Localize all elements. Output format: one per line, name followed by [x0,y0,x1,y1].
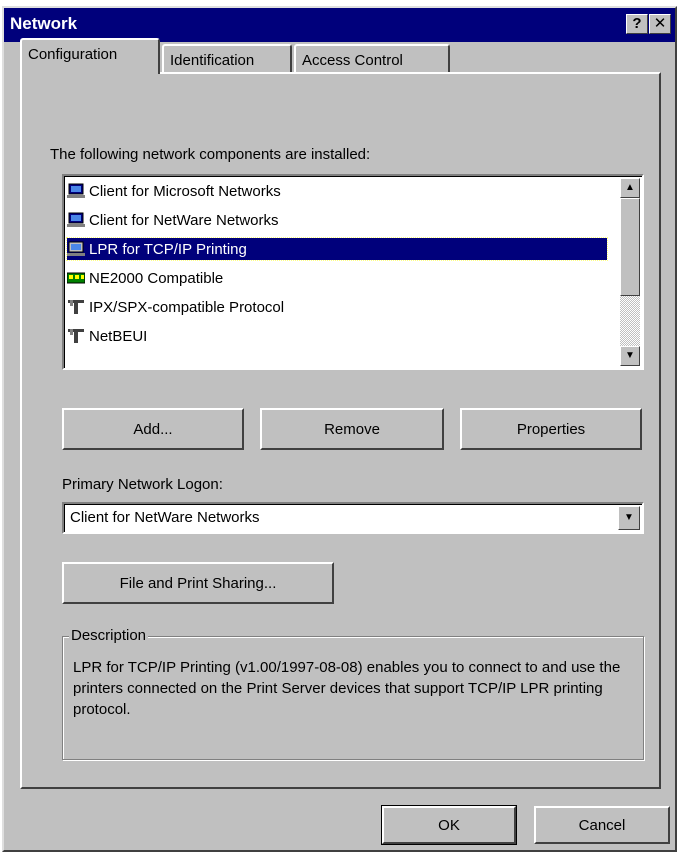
list-item-label: IPX/SPX-compatible Protocol [89,298,285,316]
add-button[interactable]: Add... [62,408,244,450]
tab-access-control-label: Access Control [302,52,403,69]
properties-button-label: Properties [516,420,586,438]
network-client-icon [67,183,85,198]
list-item-selected[interactable]: LPR for TCP/IP Printing [66,237,608,261]
primary-logon-select[interactable]: Client for NetWare Networks ▼ [62,502,644,534]
protocol-icon [68,329,84,343]
network-adapter-icon [67,272,85,284]
add-button-label: Add... [133,420,173,438]
list-item[interactable]: NetBEUI [67,325,607,347]
help-button[interactable]: ? [626,14,648,34]
remove-button[interactable]: Remove [260,408,444,450]
primary-logon-value: Client for NetWare Networks [70,509,260,526]
network-dialog: Network ? ✕ Configuration Identification… [2,6,677,852]
cancel-button[interactable]: Cancel [534,806,670,844]
components-list[interactable]: Client for Microsoft Networks Client for… [62,174,644,370]
network-client-icon [67,212,85,227]
file-print-sharing-label: File and Print Sharing... [119,574,277,592]
list-item-label: NE2000 Compatible [89,269,224,287]
properties-button[interactable]: Properties [460,408,642,450]
list-item-label: LPR for TCP/IP Printing [89,240,247,258]
scroll-down-button[interactable]: ▼ [620,346,640,366]
remove-button-label: Remove [324,420,380,438]
components-label: The following network components are ins… [50,146,371,163]
configuration-panel: The following network components are ins… [20,72,661,789]
list-item-label: Client for NetWare Networks [89,211,279,229]
tab-identification-label: Identification [170,52,255,69]
ok-button[interactable]: OK [382,806,516,844]
description-legend: Description [69,627,149,644]
title-bar[interactable]: Network ? ✕ [4,8,675,42]
scroll-up-button[interactable]: ▲ [620,178,640,198]
cancel-button-label: Cancel [578,816,626,834]
list-item[interactable]: NE2000 Compatible [67,267,607,289]
list-item[interactable]: IPX/SPX-compatible Protocol [67,296,607,318]
list-scrollbar[interactable]: ▲ ▼ [620,178,640,366]
tab-configuration-label: Configuration [28,46,118,63]
protocol-icon [68,300,84,314]
network-client-icon [67,241,85,256]
list-item[interactable]: Client for NetWare Networks [67,209,607,231]
description-group: Description LPR for TCP/IP Printing (v1.… [62,627,644,760]
list-item-label: NetBEUI [89,327,148,345]
scroll-thumb[interactable] [620,198,640,296]
list-item-label: Client for Microsoft Networks [89,182,281,200]
tab-configuration[interactable]: Configuration [20,38,160,74]
file-print-sharing-button[interactable]: File and Print Sharing... [62,562,334,604]
list-item[interactable]: Client for Microsoft Networks [67,180,607,202]
close-button[interactable]: ✕ [649,14,671,34]
chevron-down-icon[interactable]: ▼ [618,506,640,530]
window-title: Network [10,14,78,33]
ok-button-label: OK [438,816,460,834]
primary-logon-label: Primary Network Logon: [62,476,223,493]
description-text: LPR for TCP/IP Printing (v1.00/1997-08-0… [73,659,621,718]
